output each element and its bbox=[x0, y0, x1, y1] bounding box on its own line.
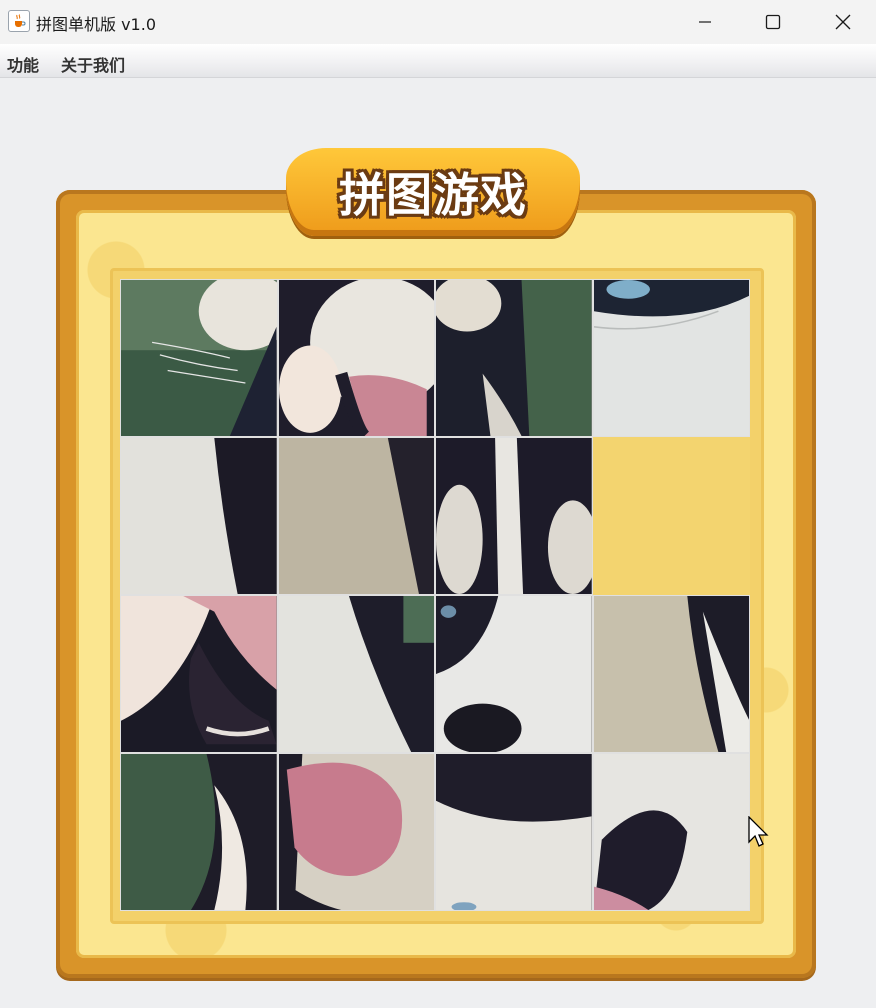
game-title-banner: 拼图游戏 bbox=[286, 148, 580, 236]
puzzle-tile[interactable] bbox=[120, 437, 278, 595]
puzzle-tile[interactable] bbox=[435, 279, 593, 437]
menu-function[interactable]: 功能 bbox=[7, 52, 39, 76]
puzzle-tile[interactable] bbox=[277, 595, 435, 753]
close-icon bbox=[835, 14, 851, 30]
title-bar: 拼图单机版 v1.0 bbox=[0, 0, 876, 44]
java-cup-icon[interactable] bbox=[8, 10, 30, 32]
maximize-icon bbox=[765, 14, 781, 30]
puzzle-tile[interactable] bbox=[592, 595, 750, 753]
menu-about-us[interactable]: 关于我们 bbox=[61, 52, 125, 76]
minimize-button[interactable] bbox=[670, 0, 740, 44]
puzzle-tile[interactable] bbox=[435, 595, 593, 753]
puzzle-tile[interactable] bbox=[592, 753, 750, 911]
puzzle-tile[interactable] bbox=[120, 595, 278, 753]
puzzle-tile[interactable] bbox=[592, 279, 750, 437]
puzzle-tile[interactable] bbox=[435, 437, 593, 595]
empty-tile bbox=[592, 437, 750, 595]
minimize-icon bbox=[699, 21, 711, 23]
mouse-cursor-icon bbox=[748, 816, 769, 847]
window-title: 拼图单机版 v1.0 bbox=[36, 15, 157, 34]
puzzle-tile[interactable] bbox=[277, 279, 435, 437]
close-button[interactable] bbox=[808, 0, 876, 44]
puzzle-tile[interactable] bbox=[120, 753, 278, 911]
puzzle-tile[interactable] bbox=[120, 279, 278, 437]
game-title: 拼图游戏 bbox=[339, 168, 527, 222]
puzzle-tile[interactable] bbox=[435, 753, 593, 911]
puzzle-tile[interactable] bbox=[277, 437, 435, 595]
puzzle-grid bbox=[120, 279, 750, 911]
maximize-button[interactable] bbox=[738, 0, 808, 44]
puzzle-tile[interactable] bbox=[277, 753, 435, 911]
menu-bar: 功能 关于我们 bbox=[0, 44, 876, 78]
